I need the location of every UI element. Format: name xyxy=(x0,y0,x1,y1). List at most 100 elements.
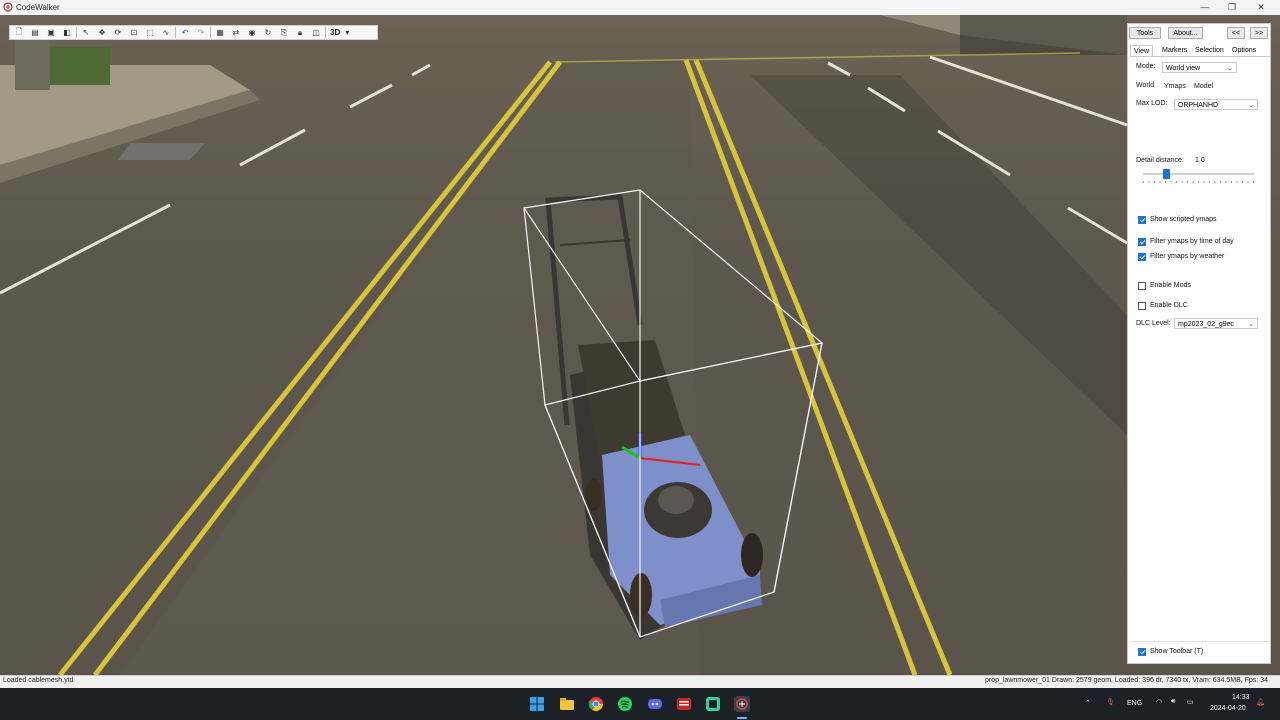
notification-bell-icon[interactable]: 🔔︎ xyxy=(1256,698,1265,706)
editor-toolbar: 🗋 ▤ ▣ ◧ ↖ ✥ ⟳ ⊡ ⬚ ∿ ↶ ↷ ▦ ⇄ ◉ ↻ ⎘ 🔒︎ ◫ 3… xyxy=(9,25,378,40)
status-message: Loaded cablemesh.ytd xyxy=(3,677,74,684)
tools-button[interactable]: Tools xyxy=(1129,27,1161,39)
filter-time-of-day-label[interactable]: Filter ymaps by time of day xyxy=(1150,238,1234,245)
undo-icon[interactable]: ↶ xyxy=(178,27,192,39)
filter-weather-label[interactable]: Filter ymaps by weather xyxy=(1150,253,1224,260)
filter-weather-checkbox[interactable] xyxy=(1138,253,1146,261)
layers-icon[interactable]: ◫ xyxy=(309,27,323,39)
codewalker-taskbar-icon[interactable] xyxy=(734,696,750,712)
dlc-level-dropdown[interactable]: mp2023_02_g9ec ⌄ xyxy=(1174,318,1258,329)
wheel-front-right xyxy=(741,533,763,577)
tray-overflow-icon[interactable]: ⌃ xyxy=(1085,699,1091,707)
tab-selection[interactable]: Selection xyxy=(1192,45,1227,56)
dlc-level-value: mp2023_02_g9ec xyxy=(1178,321,1235,328)
enable-dlc-checkbox[interactable] xyxy=(1138,302,1146,310)
world-viewport[interactable]: 🗋 ▤ ▣ ◧ ↖ ✥ ⟳ ⊡ ⬚ ∿ ↶ ↷ ▦ ⇄ ◉ ↻ ⎘ 🔒︎ ◫ 3… xyxy=(0,15,1280,675)
status-stats: prop_lawnmower_01 Drawn: 2579 geom, Load… xyxy=(984,677,1268,684)
expand-panel-button[interactable]: >> xyxy=(1250,27,1268,39)
panel-divider xyxy=(1130,641,1270,642)
pointer-icon[interactable]: ↖ xyxy=(79,27,93,39)
save-icon[interactable]: ▣ xyxy=(44,27,58,39)
show-toolbar-label[interactable]: Show Toolbar (T) xyxy=(1150,648,1203,655)
media-app-icon[interactable] xyxy=(676,696,692,712)
terminal-app-icon[interactable] xyxy=(705,696,721,712)
enable-mods-label[interactable]: Enable Mods xyxy=(1150,282,1191,289)
detail-distance-slider-thumb[interactable] xyxy=(1163,169,1170,179)
save-all-icon[interactable]: ◧ xyxy=(60,27,74,39)
slider-ticks xyxy=(1143,181,1254,183)
window-title: CodeWalker xyxy=(16,3,60,12)
copy-icon[interactable]: ⎘ xyxy=(277,27,291,39)
wireframe-icon[interactable]: ▦ xyxy=(213,27,227,39)
filter-time-of-day-checkbox[interactable] xyxy=(1138,238,1146,246)
tab-markers[interactable]: Markers xyxy=(1159,45,1190,56)
status-bar: Loaded cablemesh.ytd prop_lawnmower_01 D… xyxy=(0,675,1280,687)
file-explorer-icon[interactable] xyxy=(559,696,575,712)
tab-options[interactable]: Options xyxy=(1229,45,1259,56)
lock-icon[interactable]: 🔒︎ xyxy=(293,27,307,39)
spotify-icon[interactable] xyxy=(617,696,633,712)
new-file-icon[interactable]: 🗋 xyxy=(12,27,26,39)
wheel-front-left xyxy=(630,573,652,617)
enable-mods-checkbox[interactable] xyxy=(1138,282,1146,290)
close-button[interactable]: ✕ xyxy=(1248,0,1274,15)
detail-distance-label: Detail distance: xyxy=(1136,157,1184,164)
chevron-down-icon: ⌄ xyxy=(1227,65,1233,72)
redo-icon[interactable]: ↷ xyxy=(194,27,208,39)
open-file-icon[interactable]: ▤ xyxy=(28,27,42,39)
mower-engine-cover xyxy=(658,486,694,514)
subtab-model[interactable]: Model xyxy=(1194,83,1213,90)
max-lod-label: Max LOD: xyxy=(1136,100,1168,107)
clock-time[interactable]: 14:33 xyxy=(1232,694,1250,701)
about-button[interactable]: About... xyxy=(1168,27,1203,39)
collapse-panel-button[interactable]: << xyxy=(1227,27,1245,39)
discord-icon[interactable] xyxy=(647,696,663,712)
drain-cover xyxy=(118,143,205,160)
stop-line xyxy=(554,52,1081,63)
maximize-button[interactable]: ❐ xyxy=(1219,0,1245,15)
chrome-icon[interactable] xyxy=(588,696,604,712)
scale-icon[interactable]: ⊡ xyxy=(127,27,141,39)
mode-label: Mode: xyxy=(1136,63,1156,70)
max-lod-value: ORPHANHD xyxy=(1178,102,1219,109)
detail-distance-slider-track[interactable] xyxy=(1143,173,1254,175)
mode-dropdown[interactable]: World view ⌄ xyxy=(1162,62,1237,73)
show-toolbar-checkbox[interactable] xyxy=(1138,648,1146,656)
max-lod-dropdown[interactable]: ORPHANHD ⌄ xyxy=(1174,99,1258,110)
tab-divider xyxy=(1130,56,1270,57)
dlc-level-label: DLC Level: xyxy=(1136,320,1171,327)
rotate-icon[interactable]: ⟳ xyxy=(111,27,125,39)
subtab-world[interactable]: World xyxy=(1136,82,1154,89)
roadside-fence xyxy=(960,15,1127,55)
move-icon[interactable]: ✥ xyxy=(95,27,109,39)
enable-dlc-label[interactable]: Enable DLC xyxy=(1150,302,1188,309)
wifi-icon[interactable]: ◠ xyxy=(1156,698,1162,706)
microphone-icon[interactable]: 🎙︎ xyxy=(1106,698,1115,706)
windows-start-icon[interactable] xyxy=(529,696,545,712)
show-scripted-ymaps-checkbox[interactable] xyxy=(1138,216,1146,224)
toolbar-separator xyxy=(175,27,176,38)
hedge xyxy=(40,47,110,85)
minimize-button[interactable]: — xyxy=(1192,0,1218,15)
refresh-icon[interactable]: ↻ xyxy=(261,27,275,39)
show-scripted-ymaps-label[interactable]: Show scripted ymaps xyxy=(1150,216,1217,223)
chevron-down-icon: ⌄ xyxy=(1248,321,1254,328)
view-mode-dropdown[interactable]: 3D xyxy=(328,28,342,37)
clock-date[interactable]: 2024-04-20 xyxy=(1210,705,1246,712)
chevron-down-icon[interactable]: ▾ xyxy=(344,27,350,39)
language-indicator[interactable]: ENG xyxy=(1127,700,1142,707)
camera-icon[interactable]: ◉ xyxy=(245,27,259,39)
window-titlebar: CodeWalker — ❐ ✕ xyxy=(0,0,1280,15)
battery-icon[interactable]: ▭ xyxy=(1187,698,1194,706)
windows-taskbar: ⌃ 🎙︎ ENG ◠ 🔊︎ ▭ 14:33 2024-04-20 🔔︎ xyxy=(0,688,1280,720)
toolbar-separator xyxy=(325,27,326,38)
wheel-rear-left xyxy=(586,479,602,511)
mode-value: World view xyxy=(1166,65,1201,72)
sync-icon[interactable]: ⇄ xyxy=(229,27,243,39)
select-box-icon[interactable]: ⬚ xyxy=(143,27,157,39)
volume-icon[interactable]: 🔊︎ xyxy=(1171,698,1175,706)
toolbar-separator xyxy=(76,27,77,38)
scene-render xyxy=(0,15,1128,675)
path-icon[interactable]: ∿ xyxy=(159,27,173,39)
subtab-ymaps[interactable]: Ymaps xyxy=(1164,83,1186,90)
